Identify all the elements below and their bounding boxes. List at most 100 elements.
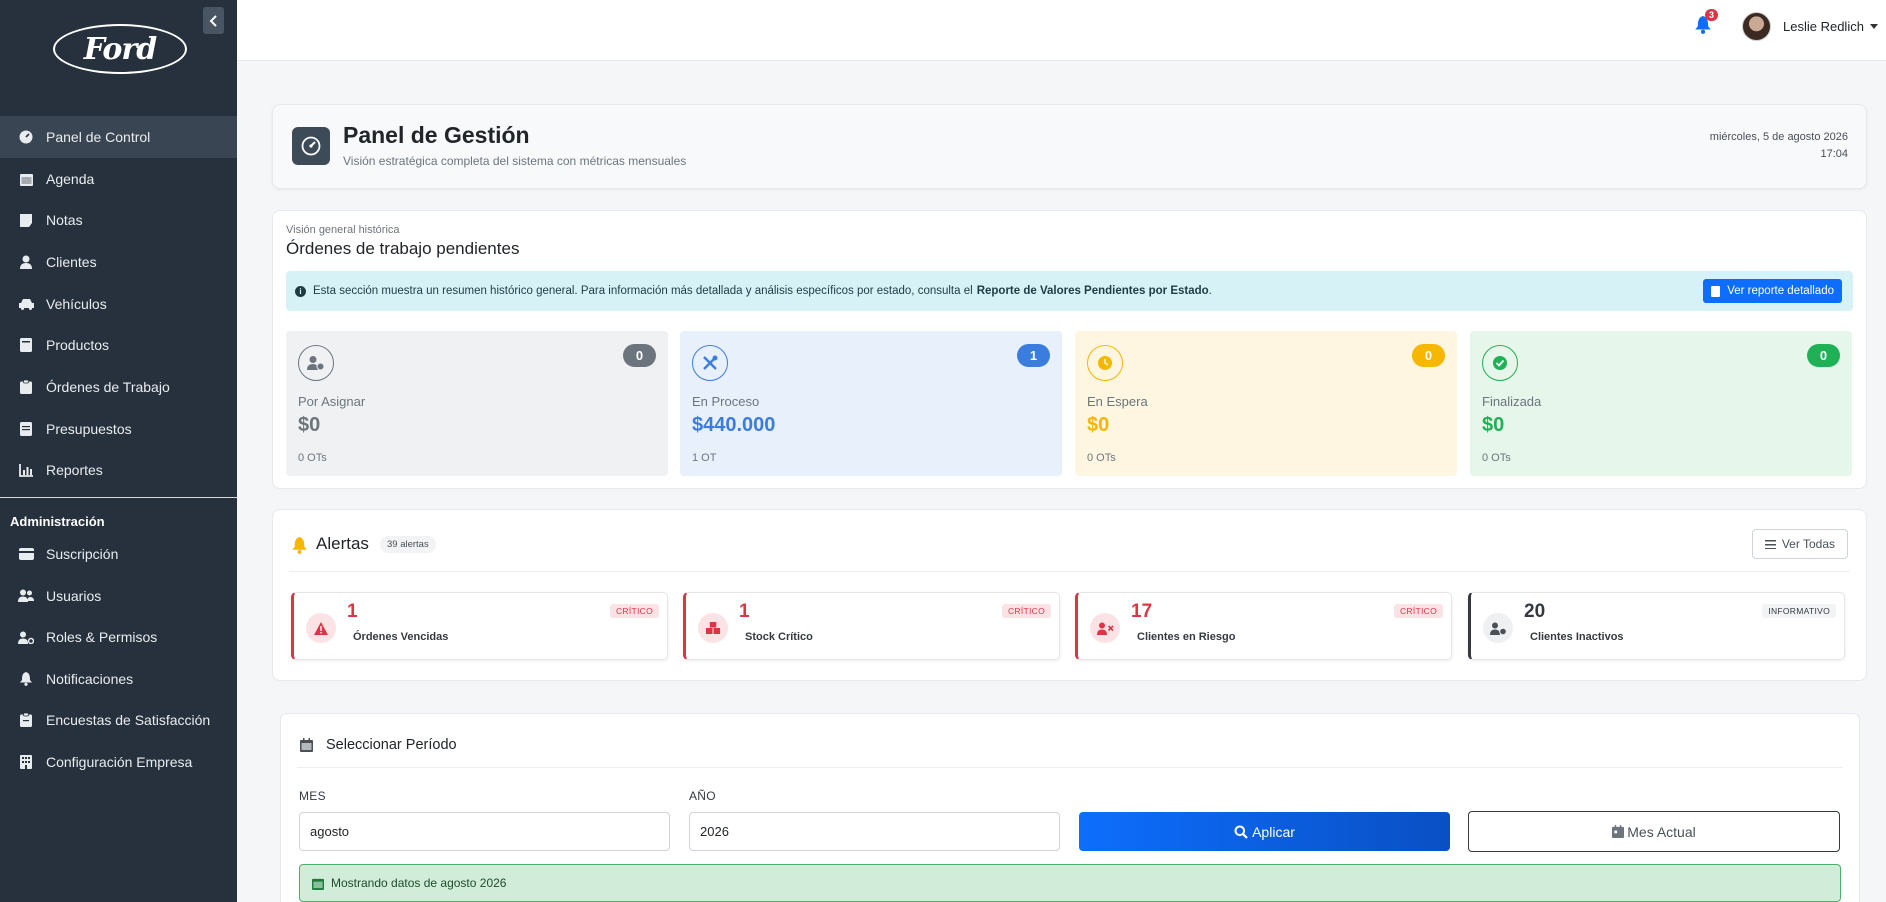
list-icon [1764,539,1776,549]
sidebar-item-label: Presupuestos [46,420,132,437]
notification-count-badge: 3 [1705,9,1719,21]
month-select[interactable]: agosto [299,812,670,851]
logo-text: Ford [83,31,157,67]
alert-clientes-en-riesgo[interactable]: 17 Clientes en Riesgo CRÍTICO [1075,592,1452,660]
clock-icon [1087,345,1123,381]
apply-button[interactable]: Aplicar [1079,812,1450,851]
button-label: Mes Actual [1627,823,1696,840]
stat-sub: 1 OT [692,452,717,464]
calendar-check-icon [312,878,324,890]
alert-clientes-inactivos[interactable]: 20 Clientes Inactivos INFORMATIVO [1468,592,1845,660]
building-icon [18,754,34,770]
status-text: Mostrando datos de agosto 2026 [331,876,507,890]
sidebar-item-reportes[interactable]: Reportes [0,450,237,492]
topbar: 3 Leslie Redlich [237,0,1886,61]
user-icon [18,254,34,270]
period-title: Seleccionar Período [326,737,457,753]
notifications-button[interactable]: 3 [1695,9,1719,38]
user-gear-icon [18,629,34,645]
sidebar-item-ordenes-de-trabajo[interactable]: Órdenes de Trabajo [0,366,237,408]
sidebar-item-agenda[interactable]: Agenda [0,158,237,200]
user-menu[interactable]: Leslie Redlich [1742,12,1878,41]
stat-por-asignar[interactable]: 0 Por Asignar $0 0 OTs [286,331,668,476]
alert-count: 17 [1131,601,1153,622]
sidebar-item-productos[interactable]: Productos [0,324,237,366]
stat-en-proceso[interactable]: 1 En Proceso $440.000 1 OT [680,331,1062,476]
current-month-button[interactable]: Mes Actual [1468,811,1840,852]
sidebar-item-clientes[interactable]: Clientes [0,241,237,283]
sidebar-item-roles-permisos[interactable]: Roles & Permisos [0,616,237,658]
bell-icon [18,671,34,687]
sidebar-item-label: Vehículos [46,295,107,312]
warning-icon [306,613,336,643]
stat-label: En Espera [1087,394,1148,409]
sidebar-item-label: Agenda [46,170,95,187]
severity-badge: CRÍTICO [1393,604,1443,618]
stat-finalizada[interactable]: 0 Finalizada $0 0 OTs [1470,331,1852,476]
alert-ordenes-vencidas[interactable]: 1 Órdenes Vencidas CRÍTICO [291,592,668,660]
sidebar-item-suscripcion[interactable]: Suscripción [0,533,237,575]
page-title: Panel de Gestión [343,122,530,148]
sidebar: Ford Panel de Control Agenda Notas Clien… [0,0,237,902]
stat-count-badge: 1 [1017,344,1050,367]
alert-count: 20 [1524,601,1546,622]
logo-area: Ford [0,0,237,98]
sidebar-item-presupuestos[interactable]: Presupuestos [0,408,237,450]
file-invoice-icon [18,421,34,437]
sidebar-item-label: Clientes [46,253,97,270]
info-icon: i [295,285,306,297]
stat-label: Por Asignar [298,394,366,409]
info-text: Esta sección muestra un resumen históric… [313,285,973,297]
period-selector-card: Seleccionar Período MES agosto AÑO 2026 … [280,713,1860,902]
car-icon [18,296,34,312]
button-label: Ver reporte detallado [1727,285,1834,297]
sidebar-item-notas[interactable]: Notas [0,199,237,241]
month-label: MES [299,789,326,803]
stat-value: $0 [1087,414,1110,436]
sidebar-item-encuestas[interactable]: Encuestas de Satisfacción [0,700,237,742]
user-x-icon [1090,613,1120,643]
note-icon [18,212,34,228]
stat-en-espera[interactable]: 0 En Espera $0 0 OTs [1075,331,1457,476]
user-clock-icon [1483,613,1513,643]
view-all-alerts-button[interactable]: Ver Todas [1751,529,1848,559]
survey-icon [18,712,34,728]
pending-orders-card: Visión general histórica Órdenes de trab… [272,210,1867,489]
stat-value: $0 [1482,414,1505,436]
file-icon [1711,285,1721,297]
collapse-sidebar-button[interactable] [203,7,224,34]
sidebar-item-vehiculos[interactable]: Vehículos [0,283,237,325]
sidebar-item-label: Encuestas de Satisfacción [46,712,211,729]
sidebar-item-label: Panel de Control [46,128,151,145]
year-label: AÑO [689,789,716,803]
sidebar-divider [0,497,237,499]
admin-nav: Suscripción Usuarios Roles & Permisos No… [0,533,237,783]
sidebar-item-label: Suscripción [46,545,119,562]
sidebar-item-panel-de-control[interactable]: Panel de Control [0,116,237,158]
stat-sub: 0 OTs [298,452,327,464]
alert-stock-critico[interactable]: 1 Stock Crítico CRÍTICO [683,592,1060,660]
sidebar-item-configuracion-empresa[interactable]: Configuración Empresa [0,741,237,783]
year-input[interactable]: 2026 [689,812,1060,851]
page-subtitle: Visión estratégica completa del sistema … [343,154,687,168]
sidebar-section-title: Administración [10,514,105,530]
boxes-icon [698,613,728,643]
tools-icon [692,345,728,381]
info-period: . [1208,285,1212,297]
sidebar-item-label: Órdenes de Trabajo [46,378,170,395]
check-circle-icon [1482,345,1518,381]
stat-count-badge: 0 [1807,344,1840,367]
sidebar-item-label: Notas [46,212,83,229]
dashboard-gauge-icon [292,127,330,165]
sidebar-item-notificaciones[interactable]: Notificaciones [0,658,237,700]
wallet-icon [18,546,34,562]
stat-sub: 0 OTs [1087,452,1116,464]
users-icon [18,588,34,604]
ford-logo[interactable]: Ford [53,24,187,74]
sidebar-item-usuarios[interactable]: Usuarios [0,575,237,617]
stat-count-badge: 0 [623,344,656,367]
view-detailed-report-button[interactable]: Ver reporte detallado [1703,279,1842,303]
search-icon [1234,825,1248,839]
main-nav: Panel de Control Agenda Notas Clientes V… [0,116,237,491]
sidebar-item-label: Configuración Empresa [46,753,193,770]
